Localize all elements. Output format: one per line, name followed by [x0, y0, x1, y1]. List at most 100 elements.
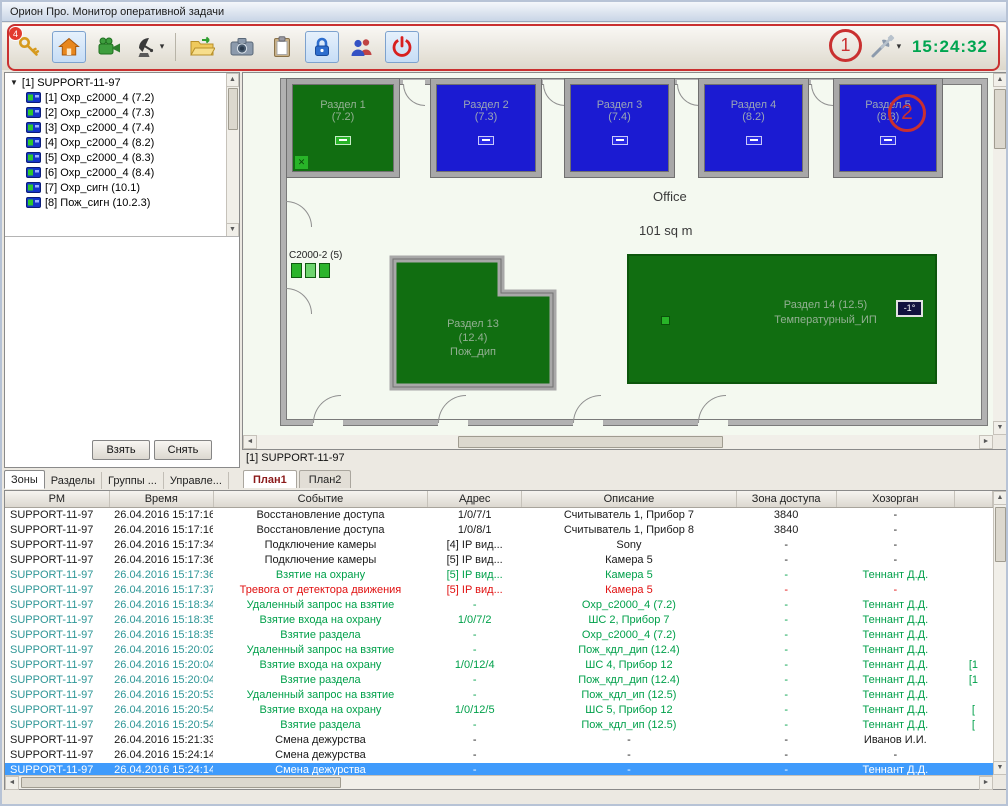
plan-room[interactable]: Раздел 5 (8.3) [834, 79, 942, 177]
event-row[interactable]: SUPPORT-11-97 26.04.2016 15:24:14 Смена де… [5, 748, 993, 763]
tab-группы-[interactable]: Группы ... [102, 472, 164, 489]
event-row[interactable]: SUPPORT-11-97 26.04.2016 15:20:02 Удаленны… [5, 643, 993, 658]
sensor-icon[interactable] [661, 316, 670, 325]
event-row[interactable]: SUPPORT-11-97 26.04.2016 15:18:35 Взятие в… [5, 613, 993, 628]
event-row[interactable]: SUPPORT-11-97 26.04.2016 15:20:54 Взятие р… [5, 718, 993, 733]
scrollbar-thumb[interactable] [458, 436, 723, 448]
event-row[interactable]: SUPPORT-11-97 26.04.2016 15:17:37 Тревога … [5, 583, 993, 598]
scroll-down-icon[interactable] [993, 421, 1006, 435]
snapshot-button[interactable] [225, 31, 259, 63]
scrollbar-thumb[interactable] [994, 89, 1006, 149]
home-button[interactable] [52, 30, 86, 63]
exit-button[interactable] [385, 30, 419, 63]
table-horizontal-scrollbar[interactable] [5, 775, 993, 790]
settings-button[interactable] [868, 31, 902, 63]
col-header-extra[interactable] [954, 491, 994, 508]
tree-item[interactable]: [2] Охр_с2000_4 (7.3) [5, 105, 239, 120]
tab-управле-[interactable]: Управле... [164, 472, 229, 489]
event-row[interactable]: SUPPORT-11-97 26.04.2016 15:18:34 Удаленны… [5, 598, 993, 613]
col-header-desc[interactable]: Описание [521, 491, 737, 508]
left-tabs: Зоны Разделы Группы ... Управле... [4, 468, 240, 489]
event-row[interactable]: SUPPORT-11-97 26.04.2016 15:21:33 Смена де… [5, 733, 993, 748]
event-row[interactable]: SUPPORT-11-97 26.04.2016 15:17:16 Восстано… [5, 507, 993, 523]
tab-разделы[interactable]: Разделы [45, 472, 103, 489]
event-row[interactable]: SUPPORT-11-97 26.04.2016 15:20:54 Взятие в… [5, 703, 993, 718]
scrollbar-thumb[interactable] [995, 507, 1006, 562]
event-row[interactable]: SUPPORT-11-97 26.04.2016 15:20:04 Взятие в… [5, 658, 993, 673]
scroll-down-icon[interactable] [226, 223, 239, 236]
event-row[interactable]: SUPPORT-11-97 26.04.2016 15:17:36 Взятие н… [5, 568, 993, 583]
monitoring-button[interactable] [132, 31, 166, 63]
scroll-left-icon[interactable] [5, 776, 19, 790]
zones-tree: [1] SUPPORT-11-97 [1] Охр_с2000_4 (7.2)[… [5, 73, 239, 237]
tree-item[interactable]: [7] Охр_сигн (10.1) [5, 180, 239, 195]
operators-button[interactable] [345, 31, 379, 63]
col-header-event[interactable]: Событие [213, 491, 429, 508]
tree-item[interactable]: [8] Пож_сигн (10.2.3) [5, 195, 239, 210]
device-icons[interactable] [291, 263, 330, 278]
col-header-owner[interactable]: Хозорган [836, 491, 955, 508]
col-header-time[interactable]: Время [109, 491, 214, 508]
reader-icon[interactable] [291, 263, 302, 278]
col-header-zone[interactable]: Зона доступа [736, 491, 837, 508]
event-row[interactable]: SUPPORT-11-97 26.04.2016 15:18:35 Взятие р… [5, 628, 993, 643]
event-row[interactable]: SUPPORT-11-97 26.04.2016 15:17:34 Подключе… [5, 538, 993, 553]
cell-addr: [5] IP вид... [446, 583, 503, 596]
door-icon[interactable] [305, 263, 316, 278]
cell-event: Взятие раздела [280, 718, 361, 731]
room-name: Раздел 2 [463, 99, 509, 111]
report-button[interactable] [265, 31, 299, 63]
table-vertical-scrollbar[interactable] [993, 491, 1006, 775]
cell-rm: SUPPORT-11-97 [10, 703, 94, 716]
scroll-left-icon[interactable] [243, 435, 257, 449]
export-button[interactable] [185, 31, 219, 63]
reader-icon[interactable] [319, 263, 330, 278]
plan-room[interactable]: Раздел 3 (7.4) [565, 79, 674, 177]
tree-root-node[interactable]: [1] SUPPORT-11-97 [5, 75, 239, 90]
cell-owner: Теннант Д.Д. [862, 673, 929, 686]
lock-button[interactable] [305, 30, 339, 63]
tree-item[interactable]: [6] Охр_с2000_4 (8.4) [5, 165, 239, 180]
scroll-up-icon[interactable] [226, 73, 239, 87]
plan-vertical-scrollbar[interactable] [993, 73, 1006, 435]
event-row[interactable]: SUPPORT-11-97 26.04.2016 15:17:16 Восстано… [5, 523, 993, 538]
event-row[interactable]: SUPPORT-11-97 26.04.2016 15:20:04 Взятие р… [5, 673, 993, 688]
room-corner-icon [295, 156, 308, 169]
plan-tab[interactable]: План2 [298, 470, 352, 488]
device-icon [26, 167, 41, 178]
plan-room[interactable]: Раздел 4 (8.2) [699, 79, 808, 177]
device-icon [26, 122, 41, 133]
disarm-button[interactable]: Снять [154, 440, 212, 460]
scroll-right-icon[interactable] [979, 435, 993, 449]
col-header-addr[interactable]: Адрес [427, 491, 523, 508]
cell-desc: Пож_кдл_дип (12.4) [578, 673, 680, 686]
scrollbar-thumb[interactable] [21, 777, 341, 788]
tree-item[interactable]: [4] Охр_с2000_4 (8.2) [5, 135, 239, 150]
scroll-up-icon[interactable] [993, 73, 1006, 87]
key-button[interactable]: 4 [8, 25, 46, 63]
scroll-up-icon[interactable] [993, 491, 1006, 505]
room-14[interactable]: Раздел 14 (12.5) Температурный_ИП -1° [627, 254, 937, 384]
plan-tab[interactable]: План1 [243, 470, 297, 488]
cell-extra [954, 748, 992, 763]
scrollbar-thumb[interactable] [228, 88, 238, 130]
scroll-down-icon[interactable] [993, 761, 1006, 775]
video-button[interactable] [92, 31, 126, 63]
tab-зоны[interactable]: Зоны [4, 470, 45, 489]
tree-item[interactable]: [1] Охр_с2000_4 (7.2) [5, 90, 239, 105]
tree-item[interactable]: [5] Охр_с2000_4 (8.3) [5, 150, 239, 165]
scroll-right-icon[interactable] [979, 776, 993, 790]
col-header-rm[interactable]: РМ [5, 491, 110, 508]
arm-button[interactable]: Взять [92, 440, 150, 460]
cell-addr: - [472, 748, 477, 761]
event-row[interactable]: SUPPORT-11-97 26.04.2016 15:20:53 Удаленны… [5, 688, 993, 703]
tree-item[interactable]: [3] Охр_с2000_4 (7.4) [5, 120, 239, 135]
plan-canvas[interactable]: Office 101 sq m С2000-2 (5) 0 Раздел 13 … [243, 73, 993, 435]
tree-scrollbar[interactable] [226, 73, 239, 236]
plan-horizontal-scrollbar[interactable] [243, 435, 993, 449]
cell-time: 26.04.2016 15:17:16 [114, 508, 214, 521]
cell-zone: - [784, 613, 788, 626]
plan-room[interactable]: Раздел 1 (7.2) [287, 79, 399, 177]
event-row[interactable]: SUPPORT-11-97 26.04.2016 15:17:36 Подключе… [5, 553, 993, 568]
plan-room[interactable]: Раздел 2 (7.3) [431, 79, 541, 177]
